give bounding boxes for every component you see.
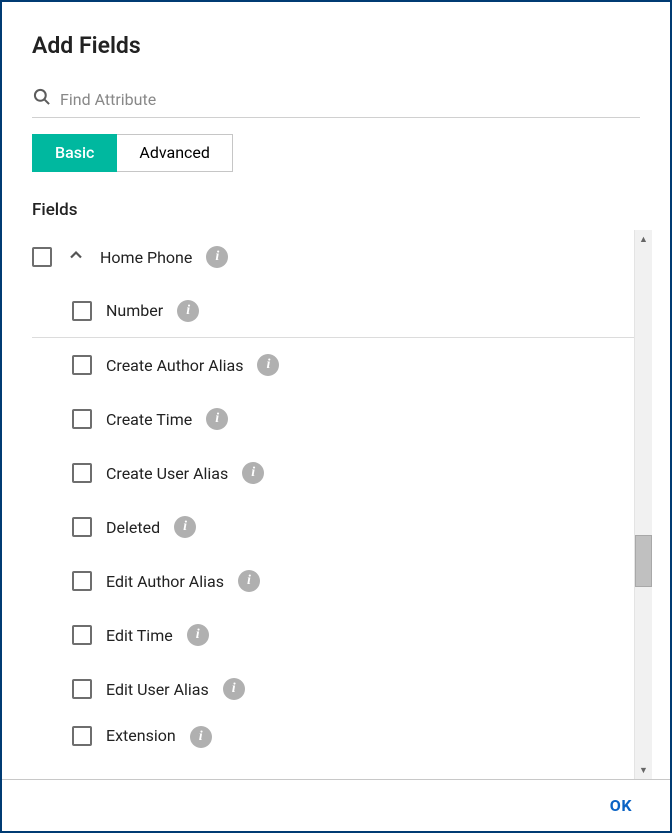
info-icon[interactable]: i bbox=[223, 678, 245, 700]
ok-button[interactable]: OK bbox=[610, 796, 632, 815]
info-icon[interactable]: i bbox=[174, 516, 196, 538]
field-label: Edit Time bbox=[106, 626, 173, 645]
field-label: Number bbox=[106, 301, 163, 320]
dialog-body: Add Fields Basic Advanced Fields bbox=[2, 2, 670, 230]
fields-section-header: Fields bbox=[32, 200, 640, 220]
checkbox-edit-time[interactable] bbox=[72, 625, 92, 645]
field-row: Extension i bbox=[32, 716, 638, 748]
dialog-footer: OK bbox=[2, 779, 670, 831]
field-label: Edit User Alias bbox=[106, 680, 209, 699]
checkbox-edit-user-alias[interactable] bbox=[72, 679, 92, 699]
scrollbar[interactable]: ▲ ▼ bbox=[634, 230, 652, 779]
checkbox-create-time[interactable] bbox=[72, 409, 92, 429]
scrollbar-up-icon[interactable]: ▲ bbox=[635, 230, 653, 248]
field-row: Edit User Alias i bbox=[32, 662, 638, 716]
add-fields-dialog: Add Fields Basic Advanced Fields H bbox=[0, 0, 672, 833]
field-label: Home Phone bbox=[100, 248, 192, 267]
search-icon bbox=[32, 87, 52, 111]
checkbox-number[interactable] bbox=[72, 301, 92, 321]
field-label: Edit Author Alias bbox=[106, 572, 224, 591]
field-row: Create Author Alias i bbox=[32, 338, 638, 392]
chevron-up-icon[interactable] bbox=[66, 245, 86, 269]
field-row: Number i bbox=[32, 284, 638, 338]
scrollbar-thumb[interactable] bbox=[635, 535, 652, 586]
field-label: Create Author Alias bbox=[106, 356, 243, 375]
field-row: Deleted i bbox=[32, 500, 638, 554]
info-icon[interactable]: i bbox=[257, 354, 279, 376]
tab-advanced[interactable]: Advanced bbox=[117, 134, 233, 172]
info-icon[interactable]: i bbox=[177, 300, 199, 322]
field-label: Deleted bbox=[106, 518, 160, 537]
mode-tabs: Basic Advanced bbox=[32, 134, 640, 172]
info-icon[interactable]: i bbox=[187, 624, 209, 646]
checkbox-create-author-alias[interactable] bbox=[72, 355, 92, 375]
dialog-title: Add Fields bbox=[32, 32, 640, 59]
field-row: Edit Time i bbox=[32, 608, 638, 662]
info-icon[interactable]: i bbox=[190, 726, 212, 748]
fields-list[interactable]: Home Phone i Number i Create Author Alia… bbox=[32, 230, 652, 779]
field-label: Create Time bbox=[106, 410, 192, 429]
fields-list-container: Home Phone i Number i Create Author Alia… bbox=[32, 230, 652, 779]
info-icon[interactable]: i bbox=[206, 408, 228, 430]
scrollbar-track[interactable] bbox=[635, 248, 652, 761]
tab-basic[interactable]: Basic bbox=[32, 134, 117, 172]
checkbox-create-user-alias[interactable] bbox=[72, 463, 92, 483]
info-icon[interactable]: i bbox=[238, 570, 260, 592]
search-input[interactable] bbox=[60, 88, 640, 111]
checkbox-home-phone[interactable] bbox=[32, 247, 52, 267]
field-row: Edit Author Alias i bbox=[32, 554, 638, 608]
field-label: Extension bbox=[106, 726, 176, 745]
checkbox-deleted[interactable] bbox=[72, 517, 92, 537]
checkbox-extension[interactable] bbox=[72, 726, 92, 746]
info-icon[interactable]: i bbox=[242, 462, 264, 484]
field-label: Create User Alias bbox=[106, 464, 228, 483]
checkbox-edit-author-alias[interactable] bbox=[72, 571, 92, 591]
field-row: Create Time i bbox=[32, 392, 638, 446]
info-icon[interactable]: i bbox=[206, 246, 228, 268]
field-group-row: Home Phone i bbox=[32, 230, 638, 284]
search-row bbox=[32, 83, 640, 118]
field-row: Create User Alias i bbox=[32, 446, 638, 500]
scrollbar-down-icon[interactable]: ▼ bbox=[635, 761, 653, 779]
